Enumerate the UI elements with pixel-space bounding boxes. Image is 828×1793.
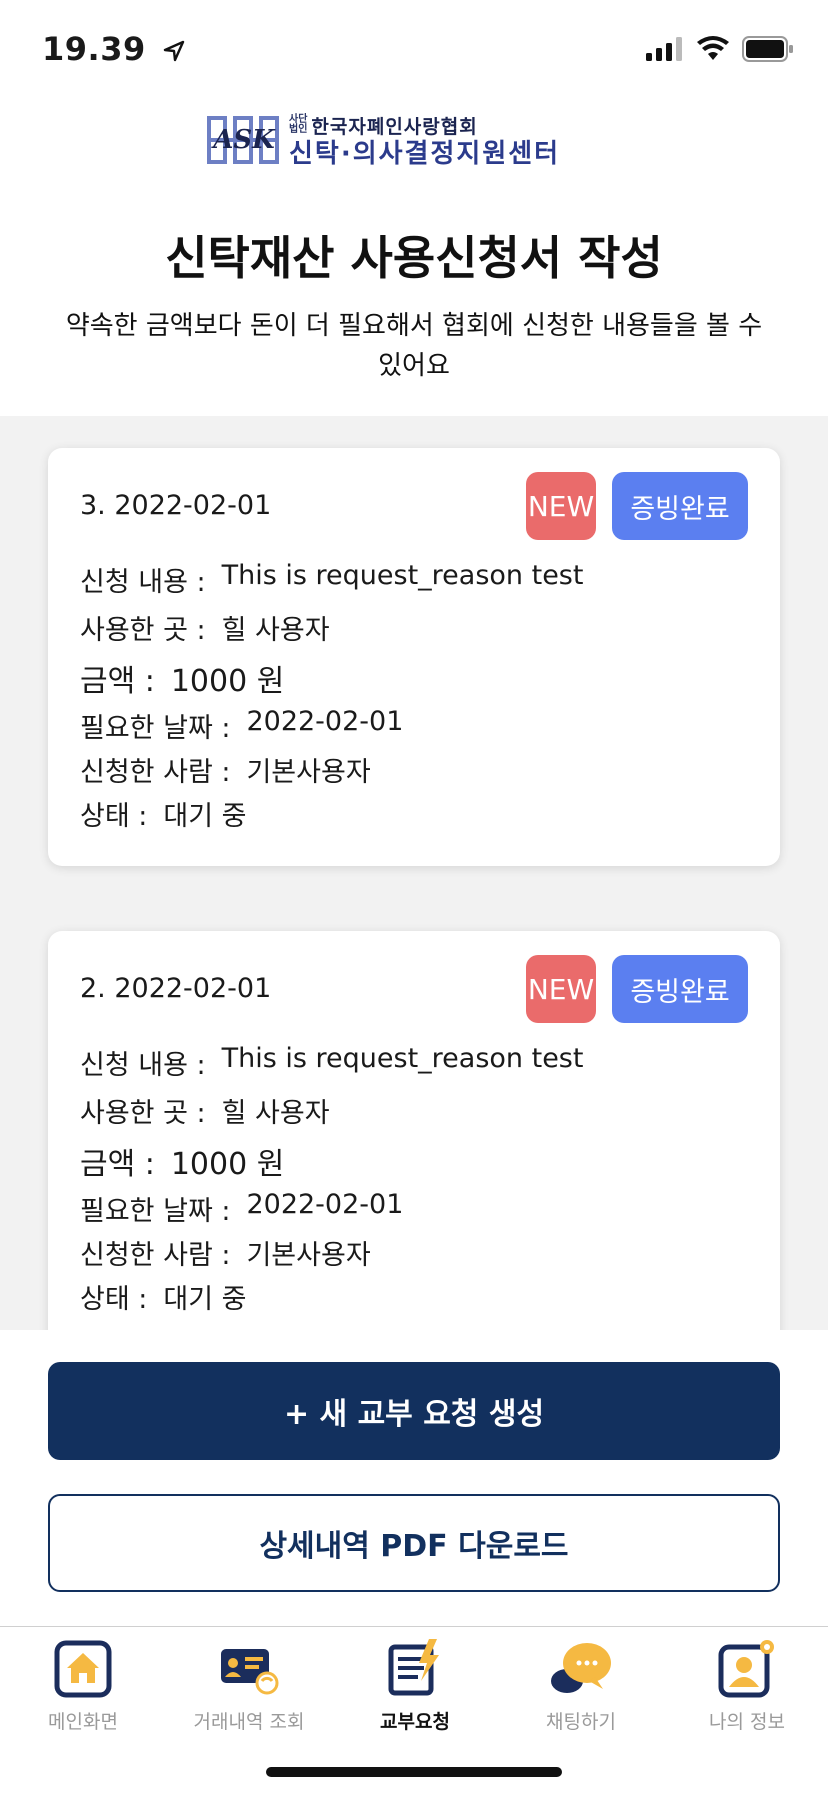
status-value: 대기 중 (163, 801, 247, 832)
request-reason-label: 신청 내용 : (80, 1050, 206, 1081)
tab-home[interactable]: 메인화면 (0, 1637, 166, 1737)
request-card[interactable]: 2. 2022-02-01 NEW 증빙완료 신청 내용 : This is r… (48, 931, 780, 1330)
tab-transactions-label: 거래내역 조회 (193, 1711, 305, 1733)
amount-value: 1000 원 (170, 664, 285, 699)
tab-chat[interactable]: 채팅하기 (498, 1637, 664, 1737)
amount-row: 금액 : 1000 원 (80, 1139, 284, 1183)
location-arrow-icon (163, 32, 185, 70)
place-value: 힐 사용자 (221, 615, 330, 646)
applicant-value: 기본사용자 (246, 1240, 371, 1271)
home-icon (54, 1640, 112, 1698)
status-row: 상태 : 대기 중 (80, 794, 246, 833)
request-heading: 3. 2022-02-01 (80, 490, 272, 521)
chat-icon (551, 1643, 611, 1693)
request-icon (388, 1639, 439, 1696)
place-label: 사용한 곳 : (80, 1098, 206, 1129)
request-reason-label: 신청 내용 : (80, 567, 206, 598)
transactions-icon (221, 1649, 279, 1695)
wifi-icon (697, 36, 729, 60)
amount-value: 1000 원 (170, 1147, 285, 1182)
applicant-row: 신청한 사람 : 기본사용자 (80, 1233, 371, 1272)
profile-icon (718, 1640, 774, 1698)
applicant-row: 신청한 사람 : 기본사용자 (80, 750, 371, 789)
page-title: 신탁재산 사용신청서 작성 (165, 231, 663, 285)
place-label: 사용한 곳 : (80, 615, 206, 646)
applicant-label: 신청한 사람 : (80, 1240, 231, 1271)
status-value: 대기 중 (163, 1284, 247, 1315)
date-needed-value: 2022-02-01 (246, 1189, 404, 1220)
status-time-text: 19.39 (42, 30, 146, 68)
page-description: 약속한 금액보다 돈이 더 필요해서 협회에 신청한 내용들을 볼 수 있어요 (65, 311, 763, 381)
tab-profile[interactable]: 나의 정보 (664, 1637, 828, 1737)
new-badge: NEW (526, 955, 596, 1023)
place-row: 사용한 곳 : 힐 사용자 (80, 1091, 330, 1130)
logo-small-2: 법인 (289, 124, 308, 135)
proof-complete-badge[interactable]: 증빙완료 (612, 955, 748, 1023)
amount-label: 금액 : (80, 1147, 155, 1182)
request-reason-value: This is request_reason test (221, 1043, 584, 1074)
logo-text: ASK (210, 125, 276, 155)
download-pdf-button[interactable]: 상세내역 PDF 다운로드 (48, 1494, 780, 1592)
bottom-tab-bar: 메인화면 거래내역 조회 교부요청 채팅하기 나의 정보 (0, 1626, 828, 1793)
center-name: 신탁·의사결정지원센터 (289, 138, 561, 169)
status-time: 19.39 (42, 30, 185, 70)
ask-logo-icon: ASK (205, 114, 283, 166)
cellular-signal-icon (646, 37, 682, 61)
place-value: 힐 사용자 (221, 1098, 330, 1129)
proof-complete-badge[interactable]: 증빙완료 (612, 472, 748, 540)
new-request-button[interactable]: + 새 교부 요청 생성 (48, 1362, 780, 1460)
request-reason-row: 신청 내용 : This is request_reason test (80, 1043, 583, 1082)
status-bar: 19.39 (0, 0, 828, 100)
status-label: 상태 : (80, 801, 148, 832)
status-row: 상태 : 대기 중 (80, 1277, 246, 1316)
amount-row: 금액 : 1000 원 (80, 656, 284, 700)
home-indicator[interactable] (266, 1767, 562, 1777)
request-reason-row: 신청 내용 : This is request_reason test (80, 560, 583, 599)
status-icons (646, 36, 794, 62)
applicant-value: 기본사용자 (246, 757, 371, 788)
status-label: 상태 : (80, 1284, 148, 1315)
amount-label: 금액 : (80, 664, 155, 699)
place-row: 사용한 곳 : 힐 사용자 (80, 608, 330, 647)
brand-logo: ASK 사단 법인 한국자폐인사랑협회 신탁·의사결정지원센터 (205, 112, 625, 169)
request-list[interactable]: 3. 2022-02-01 NEW 증빙완료 신청 내용 : This is r… (0, 416, 828, 1330)
tab-home-label: 메인화면 (48, 1711, 118, 1733)
tab-profile-label: 나의 정보 (709, 1711, 785, 1733)
date-needed-label: 필요한 날짜 : (80, 713, 231, 744)
new-badge: NEW (526, 472, 596, 540)
date-needed-row: 필요한 날짜 : 2022-02-01 (80, 706, 403, 745)
tab-request-label: 교부요청 (380, 1711, 450, 1733)
request-card[interactable]: 3. 2022-02-01 NEW 증빙완료 신청 내용 : This is r… (48, 448, 780, 866)
date-needed-label: 필요한 날짜 : (80, 1196, 231, 1227)
applicant-label: 신청한 사람 : (80, 757, 231, 788)
request-heading: 2. 2022-02-01 (80, 973, 272, 1004)
logo-text-block: 사단 법인 한국자폐인사랑협회 신탁·의사결정지원센터 (289, 112, 560, 169)
date-needed-row: 필요한 날짜 : 2022-02-01 (80, 1189, 403, 1228)
battery-icon (742, 36, 793, 62)
date-needed-value: 2022-02-01 (246, 706, 404, 737)
tab-transactions[interactable]: 거래내역 조회 (166, 1637, 332, 1737)
request-reason-value: This is request_reason test (221, 560, 584, 591)
org-name: 한국자폐인사랑협회 (311, 115, 478, 138)
tab-request[interactable]: 교부요청 (332, 1637, 498, 1737)
logo-small-text: 사단 법인 (289, 115, 307, 135)
tab-chat-label: 채팅하기 (546, 1711, 616, 1733)
